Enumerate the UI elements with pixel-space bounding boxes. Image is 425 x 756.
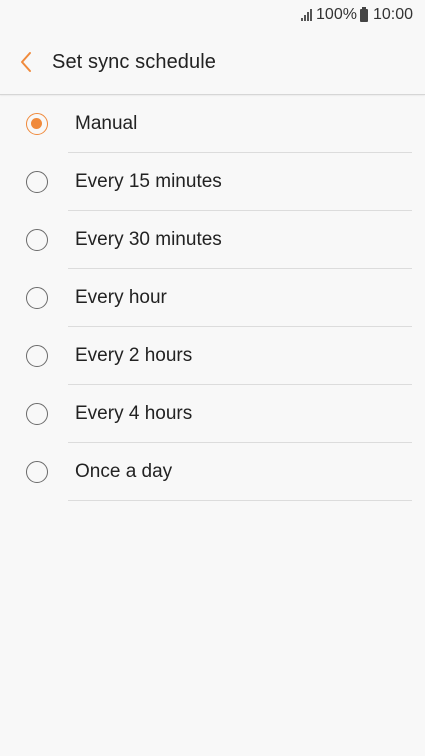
divider [68, 500, 412, 501]
chevron-left-icon [21, 52, 31, 72]
radio-button[interactable] [26, 345, 48, 367]
clock: 10:00 [372, 6, 413, 23]
radio-button[interactable] [26, 229, 48, 251]
radio-button[interactable] [26, 171, 48, 193]
radio-button[interactable] [26, 403, 48, 425]
option-every-30-minutes[interactable]: Every 30 minutes [0, 211, 425, 269]
option-every-4-hours[interactable]: Every 4 hours [0, 385, 425, 443]
option-every-2-hours[interactable]: Every 2 hours [0, 327, 425, 385]
status-bar: 100% 10:00 [0, 0, 425, 30]
signal-icon [301, 9, 313, 21]
option-label: Manual [75, 113, 138, 134]
option-label: Every 15 minutes [75, 171, 222, 192]
radio-button[interactable] [26, 461, 48, 483]
page-title: Set sync schedule [52, 50, 217, 73]
option-every-hour[interactable]: Every hour [0, 269, 425, 327]
option-label: Every 2 hours [75, 345, 193, 366]
option-manual[interactable]: Manual [0, 95, 425, 153]
option-label: Every 4 hours [75, 403, 193, 424]
sync-schedule-options: Manual Every 15 minutes Every 30 minutes… [0, 95, 425, 501]
radio-button[interactable] [26, 287, 48, 309]
option-every-15-minutes[interactable]: Every 15 minutes [0, 153, 425, 211]
option-label: Once a day [75, 461, 173, 482]
option-label: Every 30 minutes [75, 229, 222, 250]
radio-button-selected[interactable] [26, 113, 48, 135]
back-button[interactable] [0, 30, 52, 94]
battery-icon [359, 6, 368, 22]
app-bar: Set sync schedule [0, 30, 425, 95]
option-label: Every hour [75, 287, 167, 308]
battery-percentage: 100% [316, 6, 357, 23]
option-once-a-day[interactable]: Once a day [0, 443, 425, 501]
